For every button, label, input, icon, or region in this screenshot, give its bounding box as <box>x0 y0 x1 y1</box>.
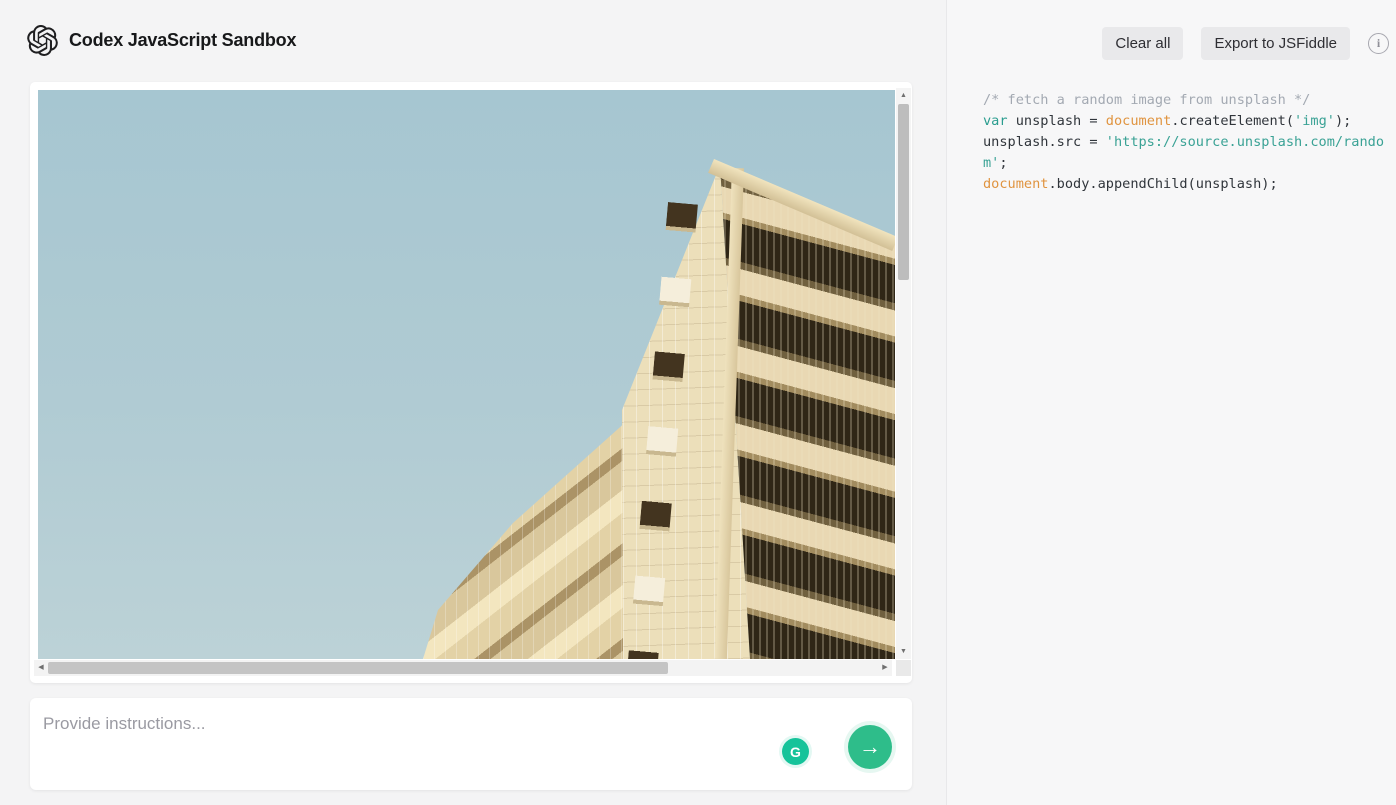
code-line: var unsplash = document.createElement('i… <box>983 111 1393 132</box>
right-arrow-icon: → <box>859 736 881 758</box>
scroll-up-icon[interactable]: ▲ <box>896 92 911 99</box>
export-jsfiddle-button[interactable]: Export to JSFiddle <box>1201 27 1350 60</box>
horizontal-scroll-thumb[interactable] <box>48 662 668 674</box>
instructions-input[interactable] <box>43 714 723 776</box>
toolbar: Clear all Export to JSFiddle i <box>1102 27 1389 60</box>
vertical-scroll-thumb[interactable] <box>898 104 909 280</box>
scroll-down-icon[interactable]: ▼ <box>896 648 911 655</box>
instructions-card: G → <box>30 698 912 790</box>
code-line: document.body.appendChild(unsplash); <box>983 174 1393 195</box>
info-icon[interactable]: i <box>1368 33 1389 54</box>
grammarly-icon[interactable]: G <box>782 738 809 765</box>
code-line: unsplash.src = 'https://source.unsplash.… <box>983 132 1393 153</box>
code-line: /* fetch a random image from unsplash */ <box>983 90 1393 111</box>
page-title: Codex JavaScript Sandbox <box>69 30 296 51</box>
app-header: Codex JavaScript Sandbox <box>27 25 296 56</box>
scrollbar-corner <box>896 660 911 676</box>
vertical-scrollbar[interactable]: ▲ ▼ <box>896 88 911 659</box>
code-panel: Clear all Export to JSFiddle i /* fetch … <box>946 0 1396 805</box>
code-block[interactable]: /* fetch a random image from unsplash */… <box>983 90 1393 195</box>
clear-all-button[interactable]: Clear all <box>1102 27 1183 60</box>
preview-card: ▲ ▼ ◀ ▶ <box>30 82 912 683</box>
horizontal-scrollbar[interactable]: ◀ ▶ <box>34 660 892 676</box>
openai-logo-icon <box>27 25 58 56</box>
scroll-left-icon[interactable]: ◀ <box>36 664 46 671</box>
preview-image <box>38 90 895 659</box>
scroll-right-icon[interactable]: ▶ <box>880 664 890 671</box>
submit-button[interactable]: → <box>848 725 892 769</box>
building-balconies <box>38 90 895 659</box>
code-line: m'; <box>983 153 1393 174</box>
